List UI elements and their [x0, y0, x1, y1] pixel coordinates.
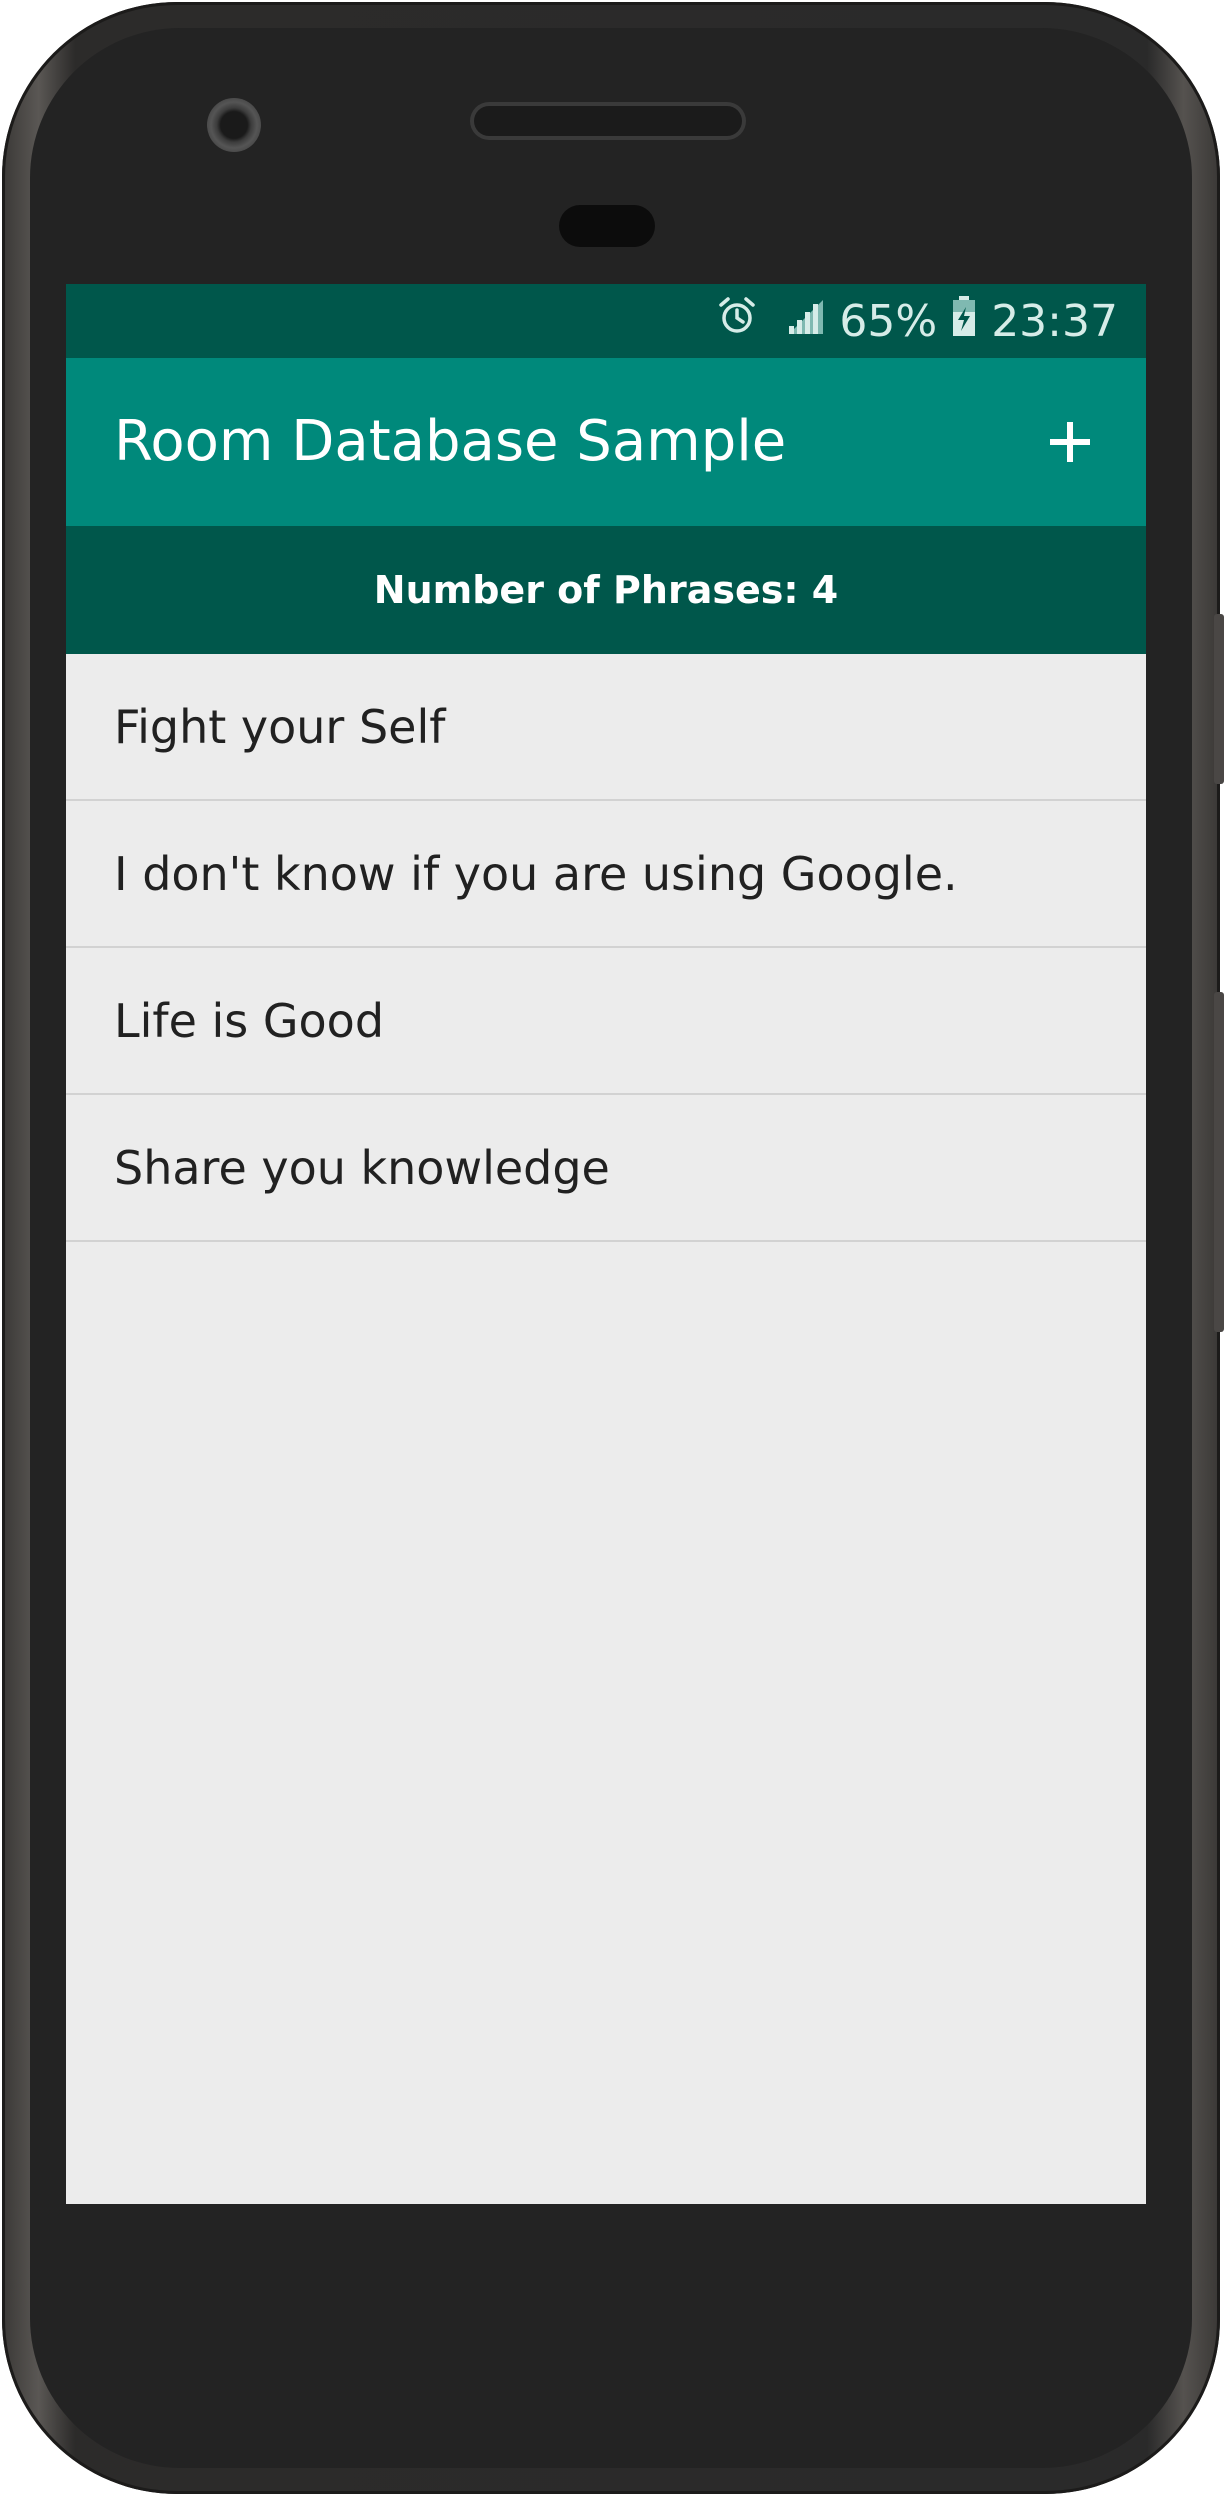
status-time: 23:37 [991, 295, 1118, 347]
list-item[interactable]: Share you knowledge [66, 1095, 1146, 1242]
alarm-clock-icon [717, 296, 757, 347]
phrase-count-label: Number of Phrases: 4 [373, 568, 839, 612]
battery-charging-icon [951, 295, 977, 348]
list-item[interactable]: I don't know if you are using Google. [66, 801, 1146, 948]
power-button [1214, 992, 1224, 1332]
phrase-list: Fight your Self I don't know if you are … [66, 654, 1146, 1242]
phrase-text: Life is Good [114, 993, 385, 1048]
add-phrase-button[interactable] [1016, 388, 1124, 496]
phrase-text: I don't know if you are using Google. [114, 846, 958, 901]
app-title: Room Database Sample [114, 409, 787, 474]
status-bar: 65% 23:37 [66, 284, 1146, 358]
cell-signal-icon [785, 296, 825, 347]
list-item[interactable]: Fight your Self [66, 654, 1146, 801]
plus-icon [1050, 422, 1090, 462]
app-bar: Room Database Sample [66, 358, 1146, 526]
battery-percent: 65% [839, 295, 938, 347]
front-camera [207, 98, 261, 152]
phrase-count-bar: Number of Phrases: 4 [66, 526, 1146, 654]
proximity-sensor [559, 205, 655, 247]
phrase-text: Share you knowledge [114, 1140, 610, 1195]
phrase-text: Fight your Self [114, 699, 446, 754]
volume-button [1214, 614, 1224, 784]
screen: 65% 23:37 Room Database Sample Number of… [66, 284, 1146, 2204]
list-item[interactable]: Life is Good [66, 948, 1146, 1095]
earpiece-speaker [474, 106, 742, 136]
